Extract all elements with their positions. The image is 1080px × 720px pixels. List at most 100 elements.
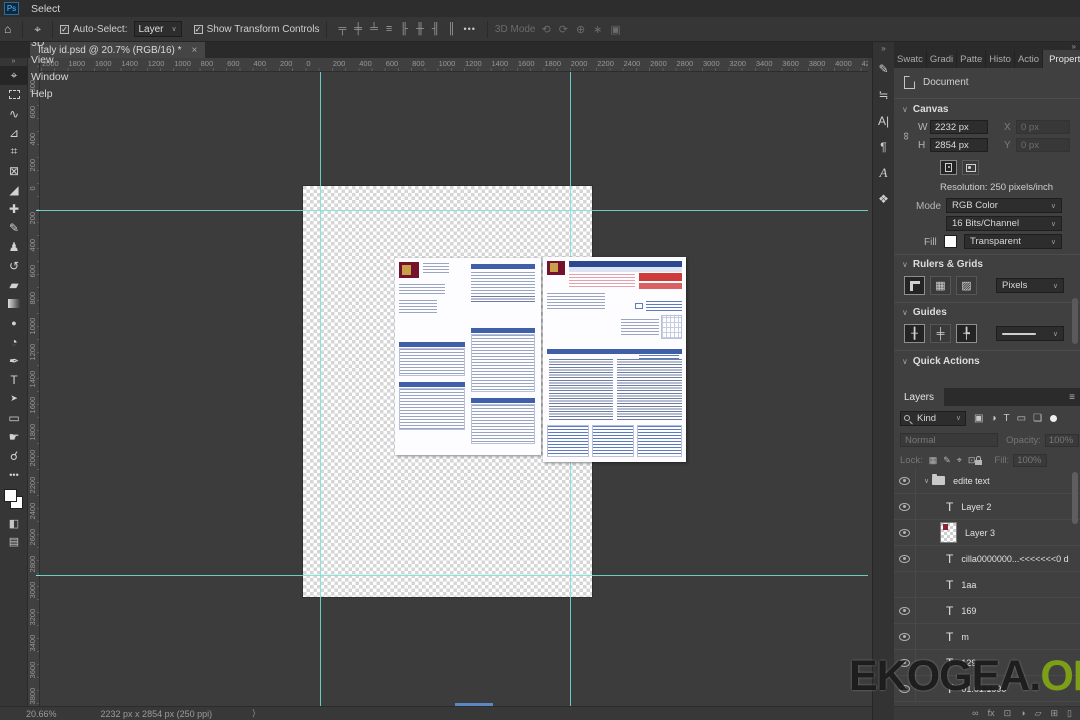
align-bottom-icon[interactable]: ╧: [366, 23, 382, 35]
snap-guides-button[interactable]: ╄: [956, 324, 977, 343]
lock-artboard-icon[interactable]: ⊡: [968, 455, 976, 466]
distribute-vertical-icon[interactable]: ≡: [382, 23, 396, 35]
canvas-width-field[interactable]: 2232 px: [930, 120, 988, 134]
pen-tool[interactable]: ✒: [0, 351, 28, 370]
zoom-tool[interactable]: ☌: [0, 446, 28, 465]
toggle-pixel-grid-button[interactable]: ▨: [956, 276, 977, 295]
lock-paint-icon[interactable]: ✎: [943, 455, 951, 466]
vertical-ruler[interactable]: 800 600 400 200 0 200 400 600 800 1000 1200 1400 160…: [28, 58, 40, 720]
layer-name[interactable]: 169: [961, 606, 976, 616]
menu-item[interactable]: Select: [24, 0, 75, 17]
eyedropper-tool[interactable]: ◢: [0, 180, 28, 199]
layer-visibility-toggle[interactable]: [894, 493, 916, 520]
more-tools[interactable]: •••: [0, 465, 28, 484]
orientation-portrait-button[interactable]: [940, 160, 957, 175]
hand-tool[interactable]: ☛: [0, 427, 28, 446]
canvas-work-area[interactable]: 2000 1800 1600 1400 1200 1000 800 600 400 200 0 200…: [40, 58, 868, 706]
orientation-landscape-button[interactable]: [962, 160, 979, 175]
filter-type-layers-icon[interactable]: T: [1004, 413, 1010, 424]
path-selection-tool[interactable]: ➤: [0, 389, 28, 408]
document-preview-page-1[interactable]: [395, 258, 541, 455]
align-horizontal-centers-icon[interactable]: ╫: [412, 23, 428, 35]
color-mode-dropdown[interactable]: RGB Color: [946, 198, 1062, 213]
layer-row[interactable]: ∨ T 1aa: [894, 571, 1080, 598]
more-options-icon[interactable]: •••: [459, 24, 479, 34]
rulers-grids-section-header[interactable]: ∨ Rulers & Grids: [902, 259, 983, 270]
canvas-height-field[interactable]: 2854 px: [930, 138, 988, 152]
toggle-grid-button[interactable]: ▦: [930, 276, 951, 295]
layer-thumbnail[interactable]: [940, 522, 957, 543]
new-group-icon[interactable]: ▱: [1035, 708, 1042, 719]
layer-name[interactable]: m: [961, 632, 969, 642]
horizontal-guide[interactable]: [40, 575, 868, 576]
layer-filter-kind-dropdown[interactable]: Kind: [900, 410, 966, 426]
layer-effects-icon[interactable]: fx: [988, 708, 995, 719]
panel-tab[interactable]: Actio: [1015, 50, 1044, 68]
panel-strip-expand-icon[interactable]: »: [881, 42, 885, 56]
foreground-color-swatch[interactable]: [4, 489, 17, 502]
layer-name[interactable]: Layer 2: [961, 502, 991, 512]
layer-row[interactable]: ∨ T Layer 3: [894, 519, 1080, 546]
brush-tool[interactable]: ✎: [0, 218, 28, 237]
blur-tool[interactable]: ●: [0, 313, 28, 332]
dodge-tool[interactable]: ◔: [0, 332, 28, 351]
horizontal-ruler[interactable]: 2000 1800 1600 1400 1200 1000 800 600 400 200 0 200…: [40, 58, 868, 72]
auto-select-target-dropdown[interactable]: Layer: [133, 21, 182, 37]
align-right-icon[interactable]: ╢: [428, 23, 444, 35]
guides-section-header[interactable]: ∨ Guides: [902, 307, 947, 318]
rectangle-tool[interactable]: ▭: [0, 408, 28, 427]
group-twisty-icon[interactable]: ∨: [924, 477, 929, 485]
layer-name[interactable]: 1aa: [961, 580, 976, 590]
layer-visibility-toggle[interactable]: [894, 467, 916, 494]
home-icon[interactable]: ⌂: [0, 22, 15, 36]
panel-tab[interactable]: Gradi: [927, 50, 958, 68]
link-layers-icon[interactable]: ∞: [972, 708, 978, 719]
clone-stamp-tool[interactable]: ♟: [0, 237, 28, 256]
quick-actions-section-header[interactable]: ∨ Quick Actions: [902, 356, 980, 367]
layer-row[interactable]: ∨ T edite text: [894, 467, 1080, 494]
document-preview-page-2[interactable]: [543, 257, 686, 462]
brush-settings-panel-icon[interactable]: ✎: [873, 56, 895, 82]
eraser-tool[interactable]: ▰: [0, 275, 28, 294]
layer-row[interactable]: ∨ T cilla0000000...<<<<<<<0 d: [894, 545, 1080, 572]
layer-row[interactable]: ∨ T 169: [894, 597, 1080, 624]
menu-item[interactable]: View: [24, 51, 75, 68]
canvas-section-header[interactable]: ∨ Canvas: [902, 104, 948, 115]
layer-row[interactable]: ∨ T Layer 2: [894, 493, 1080, 520]
lasso-tool[interactable]: ∿: [0, 104, 28, 123]
layer-visibility-toggle[interactable]: [894, 571, 916, 598]
lock-position-icon[interactable]: ⌖: [957, 455, 962, 466]
layer-name[interactable]: Layer 3: [965, 528, 995, 538]
adjustment-layer-icon[interactable]: ◑: [1020, 708, 1025, 719]
character-panel-icon[interactable]: A|: [873, 108, 895, 134]
guide-style-dropdown[interactable]: [996, 326, 1064, 341]
bit-depth-dropdown[interactable]: 16 Bits/Channel: [946, 216, 1062, 231]
layer-name[interactable]: edite text: [953, 476, 990, 486]
screen-mode-button[interactable]: ▤: [0, 532, 28, 550]
frame-tool[interactable]: ⊠: [0, 161, 28, 180]
spot-healing-brush-tool[interactable]: ✚: [0, 199, 28, 218]
horizontal-scrollbar-thumb[interactable]: [455, 703, 493, 706]
layers-scrollbar-thumb[interactable]: [1072, 472, 1078, 524]
layer-visibility-toggle[interactable]: [894, 519, 916, 546]
filter-adjustment-layers-icon[interactable]: ◑: [990, 413, 996, 424]
properties-scrollbar-thumb[interactable]: [1072, 298, 1078, 344]
menu-item[interactable]: Help: [24, 85, 75, 102]
layer-row[interactable]: ∨ T m: [894, 623, 1080, 650]
auto-select-checkbox[interactable]: ✓: [60, 24, 70, 34]
align-top-icon[interactable]: ╤: [334, 23, 350, 35]
filter-shape-layers-icon[interactable]: ▭: [1017, 413, 1026, 424]
lock-transparency-icon[interactable]: ▦: [929, 455, 938, 466]
history-brush-tool[interactable]: ↺: [0, 256, 28, 275]
glyphs-panel-icon[interactable]: A: [873, 160, 895, 186]
layer-filter-toggle-icon[interactable]: [1050, 414, 1058, 422]
layer-visibility-toggle[interactable]: [894, 597, 916, 624]
align-left-icon[interactable]: ╟: [396, 23, 412, 35]
status-arrow-icon[interactable]: ⟩: [252, 708, 256, 719]
horizontal-guide[interactable]: [40, 210, 868, 211]
align-vertical-centers-icon[interactable]: ╪: [350, 23, 366, 35]
move-tool-preset-icon[interactable]: ⌖: [30, 22, 45, 37]
color-swatches[interactable]: [0, 488, 28, 514]
menu-item[interactable]: Window: [24, 68, 75, 85]
layers-menu-icon[interactable]: ≡: [1064, 388, 1080, 406]
